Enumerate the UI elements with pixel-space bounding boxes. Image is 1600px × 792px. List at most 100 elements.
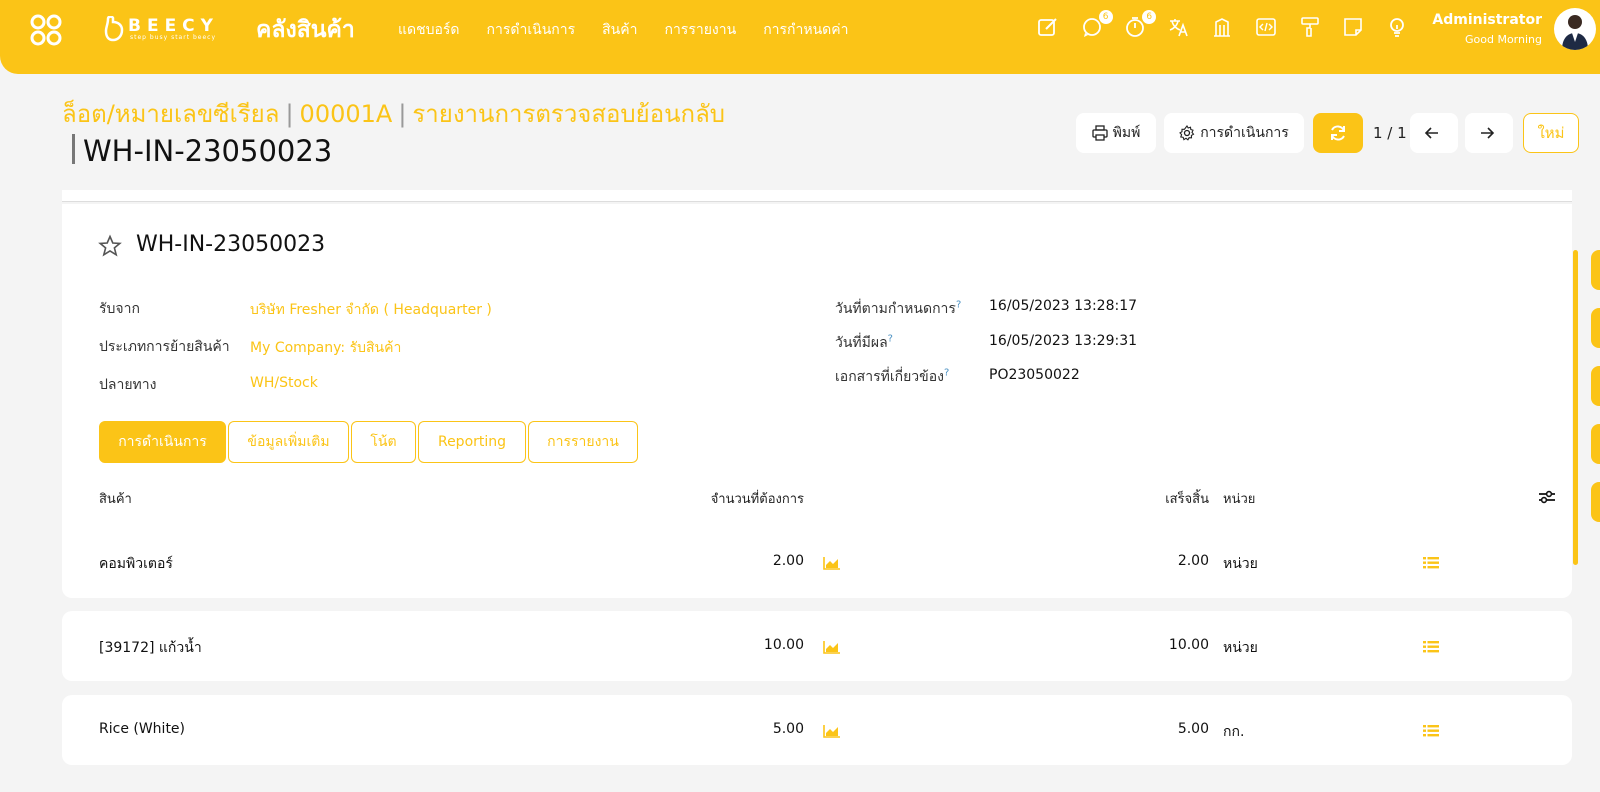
tab-additional-info[interactable]: ข้อมูลเพิ่มเติม (228, 421, 349, 463)
field-value-operation-type[interactable]: My Company: รับสินค้า (250, 337, 401, 359)
tab-reporting-en[interactable]: Reporting (418, 421, 526, 463)
tab-operations[interactable]: การดำเนินการ (99, 421, 226, 463)
column-settings-icon[interactable] (1538, 489, 1556, 505)
user-name: Administrator (1432, 12, 1542, 28)
page-title: WH-IN-23050023 (72, 134, 332, 168)
greeting: Good Morning (1465, 33, 1542, 46)
column-header-uom[interactable]: หน่วย (1223, 488, 1255, 509)
vertical-scrollbar[interactable] (1573, 250, 1578, 565)
top-navbar: BEECY step busy start beecy คลังสินค้า แ… (0, 0, 1600, 74)
table-row[interactable] (62, 611, 1572, 681)
breadcrumb-traceability-report[interactable]: รายงานการตรวจสอบย้อนกลับ (412, 100, 725, 128)
action-button[interactable]: การดำเนินการ (1164, 113, 1304, 153)
code-icon[interactable] (1255, 16, 1279, 40)
field-value-source-document[interactable]: PO23050022 (989, 367, 1080, 383)
pager-value[interactable]: 1 / 1 (1373, 124, 1407, 142)
title-bar-divider (72, 134, 75, 164)
building-icon[interactable] (1211, 16, 1235, 40)
side-drawer-tab[interactable] (1591, 424, 1600, 464)
row-demand: 5.00 (772, 721, 804, 737)
side-drawer-tab[interactable] (1591, 308, 1600, 348)
row-done: 2.00 (1177, 553, 1209, 569)
sheet-header-strip (62, 190, 1572, 202)
column-header-demand[interactable]: จำนวนที่ต้องการ (650, 488, 804, 509)
tab-reporting[interactable]: การรายงาน (528, 421, 638, 463)
detailed-operations-icon[interactable] (1423, 724, 1439, 738)
detailed-operations-icon[interactable] (1423, 640, 1439, 654)
row-demand: 10.00 (763, 637, 804, 653)
menu-dashboard[interactable]: แดชบอร์ด (398, 19, 460, 41)
forecast-chart-icon[interactable] (823, 556, 841, 570)
print-label: พิมพ์ (1112, 125, 1141, 141)
chat-icon[interactable]: 6 (1081, 10, 1113, 40)
breadcrumb: ล็อต/หมายเลขซีเรียล | 00001A | รายงานการตรวจ… (62, 94, 725, 133)
arrow-right-icon (1480, 127, 1494, 139)
row-product: [39172] แก้วน้ำ (99, 640, 202, 656)
field-value-received-from[interactable]: บริษัท Fresher จำกัด ( Headquarter ) (250, 299, 492, 321)
breadcrumb-lot-number[interactable]: 00001A (300, 100, 393, 128)
star-icon[interactable] (98, 234, 122, 258)
side-drawer-tab[interactable] (1591, 366, 1600, 406)
refresh-button[interactable] (1313, 113, 1363, 153)
row-uom: หน่วย (1223, 556, 1258, 572)
row-demand: 2.00 (772, 553, 804, 569)
column-header-product[interactable]: สินค้า (99, 488, 132, 509)
new-button[interactable]: ใหม่ (1523, 113, 1579, 153)
action-label: การดำเนินการ (1200, 125, 1289, 141)
field-label-effective-date: วันที่มีผล? (835, 332, 893, 354)
table-row[interactable] (62, 528, 1572, 598)
lightbulb-icon[interactable] (1386, 16, 1410, 40)
field-value-scheduled-date[interactable]: 16/05/2023 13:28:17 (989, 298, 1137, 314)
side-drawer-tab[interactable] (1591, 482, 1600, 522)
note-icon[interactable] (1342, 16, 1366, 40)
help-icon[interactable]: ? (944, 367, 949, 378)
chat-badge: 6 (1098, 10, 1113, 24)
module-title[interactable]: คลังสินค้า (256, 12, 355, 48)
menu-operations[interactable]: การดำเนินการ (487, 19, 576, 41)
side-drawer-tab[interactable] (1591, 250, 1600, 290)
timer-badge: 6 (1142, 10, 1157, 24)
help-icon[interactable]: ? (888, 333, 893, 344)
menu-configuration[interactable]: การกำหนดค่า (763, 19, 848, 41)
table-row[interactable] (62, 695, 1572, 765)
brand-name: BEECY (128, 16, 219, 36)
field-label-operation-type: ประเภทการย้ายสินค้า (99, 339, 230, 355)
field-value-effective-date[interactable]: 16/05/2023 13:29:31 (989, 333, 1137, 349)
edit-icon[interactable] (1037, 16, 1061, 40)
systray: 6 6 (1037, 10, 1429, 40)
form-title: WH-IN-23050023 (136, 232, 326, 257)
field-value-destination[interactable]: WH/Stock (250, 375, 318, 391)
row-done: 10.00 (1168, 637, 1209, 653)
row-product: Rice (White) (99, 721, 186, 737)
previous-button[interactable] (1410, 113, 1458, 153)
refresh-icon (1331, 125, 1345, 141)
forecast-chart-icon[interactable] (823, 724, 841, 738)
apps-grid-icon[interactable] (30, 14, 62, 46)
print-button[interactable]: พิมพ์ (1076, 113, 1156, 153)
scheduled-date-label-text: วันที่ตามกำหนดการ (835, 301, 956, 317)
field-label-scheduled-date: วันที่ตามกำหนดการ? (835, 298, 961, 320)
field-label-received-from: รับจาก (99, 301, 140, 317)
menu-reporting[interactable]: การรายงาน (664, 19, 736, 41)
paint-roller-icon[interactable] (1299, 16, 1323, 40)
timer-icon[interactable]: 6 (1124, 10, 1157, 40)
beecy-logo-icon (104, 16, 124, 42)
column-header-done[interactable]: เสร็จสิ้น (1100, 488, 1209, 509)
user-menu[interactable]: Administrator Good Morning (1432, 12, 1542, 46)
help-icon[interactable]: ? (956, 299, 961, 310)
printer-icon (1092, 125, 1108, 141)
next-button[interactable] (1465, 113, 1513, 153)
gear-icon (1179, 125, 1195, 141)
menu-products[interactable]: สินค้า (602, 19, 637, 41)
breadcrumb-lot-serial[interactable]: ล็อต/หมายเลขซีเรียล (62, 100, 279, 128)
tab-note[interactable]: โน้ต (351, 421, 416, 463)
field-label-source-document: เอกสารที่เกี่ยวข้อง? (835, 366, 949, 388)
source-document-label-text: เอกสารที่เกี่ยวข้อง (835, 369, 944, 385)
row-done: 5.00 (1177, 721, 1209, 737)
forecast-chart-icon[interactable] (823, 640, 841, 654)
translate-icon[interactable] (1168, 16, 1192, 40)
arrow-left-icon (1424, 127, 1438, 139)
detailed-operations-icon[interactable] (1423, 556, 1439, 570)
avatar[interactable] (1554, 8, 1596, 50)
row-product: คอมพิวเตอร์ (99, 556, 173, 572)
